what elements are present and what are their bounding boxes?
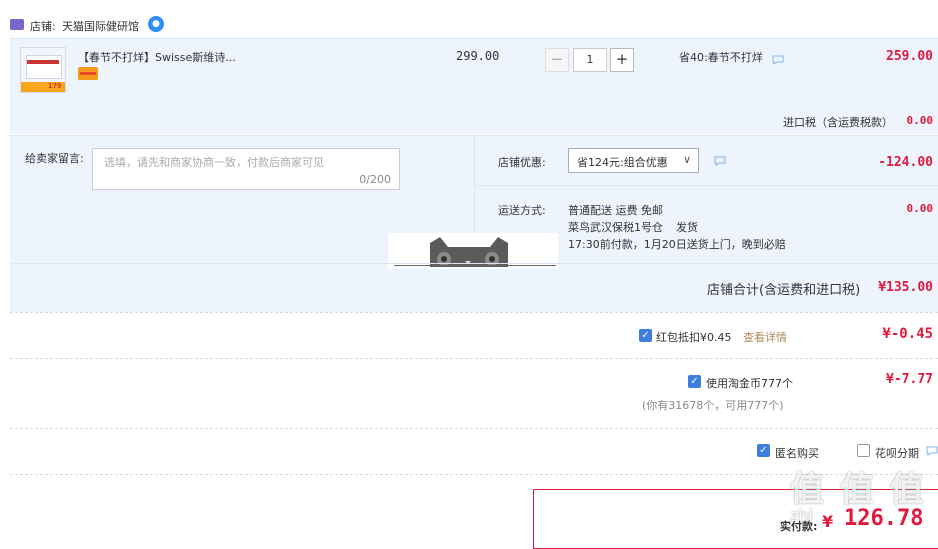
comment-icon[interactable] xyxy=(772,55,784,65)
message-textarea[interactable]: 选填，请先和商家协商一致，付款后商家可见 0/200 xyxy=(92,148,400,190)
discount-selected: 省124元:组合优惠 xyxy=(577,156,668,169)
discount-select[interactable]: 省124元:组合优惠 ∨ xyxy=(568,148,699,173)
item-promo: 省40:春节不打烊 xyxy=(679,51,763,64)
shipping-label: 运送方式: xyxy=(498,204,546,217)
shop-header: 店铺: 天猫国际健研馆 ● xyxy=(10,14,310,36)
anonymous-checkbox[interactable]: ✓ xyxy=(757,444,770,457)
redpacket-details-link[interactable]: 查看详情 xyxy=(743,329,787,345)
taojinbi-checkbox[interactable]: ✓ xyxy=(688,375,701,388)
redpacket-value: ¥-0.45 xyxy=(882,326,933,342)
shipping-value: 0.00 xyxy=(906,202,934,215)
shipping-line-2: 菜鸟武汉保税1号仓 xyxy=(568,221,663,234)
shop-total-label: 店铺合计(含运费和进口税) xyxy=(707,283,861,298)
redpacket-label: 红包抵扣¥0.45 xyxy=(656,331,732,344)
site-watermark-domain: zhi xyxy=(790,506,813,525)
discount-value: -124.00 xyxy=(878,155,933,170)
quantity-stepper: − 1 + xyxy=(545,48,635,72)
quantity-input[interactable]: 1 xyxy=(573,48,607,72)
product-box-band xyxy=(27,60,59,64)
card-icon-stripe xyxy=(80,72,96,75)
store-icon xyxy=(10,19,24,30)
redpacket-checkbox[interactable]: ✓ xyxy=(639,329,652,342)
shipping-line-2-suffix: 发货 xyxy=(676,221,698,234)
discount-comment-icon[interactable] xyxy=(714,156,726,166)
import-tax-value: 0.00 xyxy=(906,114,934,127)
huabei-checkbox[interactable] xyxy=(857,444,870,457)
discount-label: 店铺优惠: xyxy=(498,156,546,169)
cat-ground-line xyxy=(394,265,556,266)
message-placeholder: 选填，请先和商家协商一致，付款后商家可见 xyxy=(104,156,324,169)
import-tax-label: 进口税（含运费税款） xyxy=(783,116,893,129)
unit-price: 299.00 xyxy=(456,49,500,63)
message-label: 给卖家留言: xyxy=(25,152,84,165)
pay-currency: ¥ xyxy=(822,512,834,531)
huabei-info-icon[interactable] xyxy=(926,446,938,456)
decrement-button[interactable]: − xyxy=(545,48,569,72)
increment-button[interactable]: + xyxy=(610,48,634,72)
shop-label: 店铺: xyxy=(30,20,56,33)
shop-total-value: ¥135.00 xyxy=(878,280,933,295)
huabei-label: 花呗分期 xyxy=(875,447,919,460)
chevron-down-icon: ∨ xyxy=(682,153,691,166)
message-counter: 0/200 xyxy=(359,173,391,186)
shipping-line-3: 17:30前付款，1月20日送货上门，晚到必赔 xyxy=(568,238,786,251)
item-subtotal: 259.00 xyxy=(886,49,933,64)
product-title-link[interactable]: 【春节不打烊】Swisse斯维诗... xyxy=(78,49,236,65)
product-box-image xyxy=(26,55,62,79)
taojinbi-note: (你有31678个，可用777个) xyxy=(642,399,784,412)
thumb-price-text: 179 xyxy=(48,82,62,90)
site-watermark: 值 值 值 xyxy=(790,470,926,510)
taojinbi-label: 使用淘金币777个 xyxy=(706,377,793,390)
chat-bubble-icon[interactable]: ● xyxy=(148,16,164,32)
taojinbi-value: ¥-7.77 xyxy=(886,372,933,387)
anonymous-label: 匿名购买 xyxy=(775,447,819,460)
product-thumbnail[interactable]: 179 xyxy=(20,47,66,93)
shipping-line-1: 普通配送 运费 免邮 xyxy=(568,204,663,217)
shop-name-link[interactable]: 天猫国际健研馆 xyxy=(62,18,139,34)
